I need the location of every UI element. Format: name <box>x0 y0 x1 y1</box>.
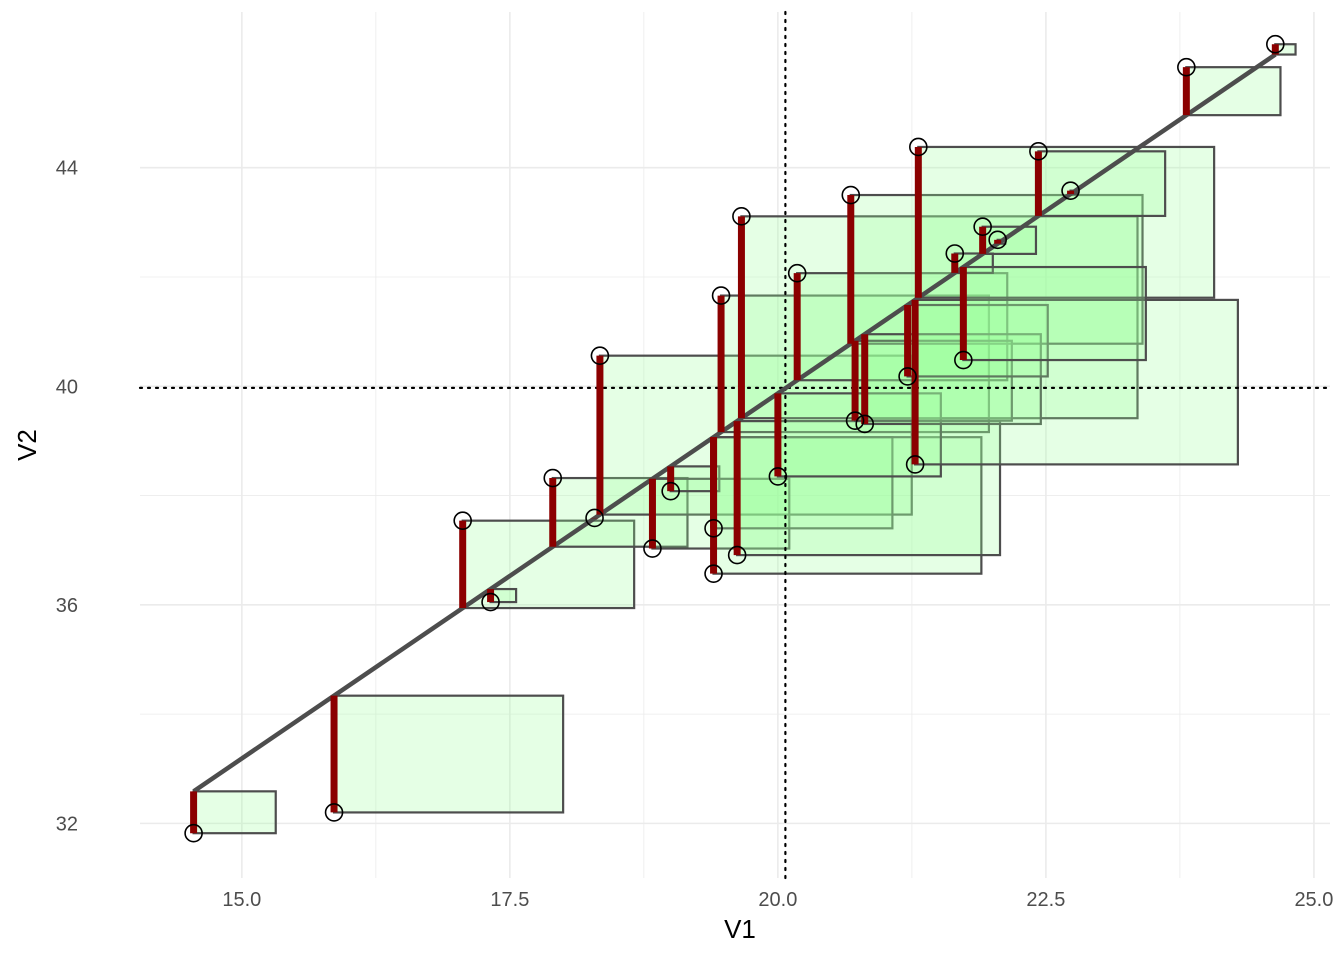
y-tick-label: 36 <box>56 595 78 617</box>
x-tick-label: 25.0 <box>1294 889 1333 911</box>
residual-square <box>1037 150 1167 218</box>
residual-squares <box>192 43 1297 835</box>
residual-square <box>962 265 1147 362</box>
x-tick-label: 20.0 <box>758 889 797 911</box>
x-tick-label: 15.0 <box>222 889 261 911</box>
residual-square <box>489 587 518 604</box>
residual-squares-chart: 15.0 17.5 20.0 22.5 25.0 32 36 40 44 V1 V2 <box>12 10 1333 944</box>
residual-square <box>192 790 277 835</box>
y-tick-label: 32 <box>56 813 78 835</box>
residual-square <box>332 694 565 814</box>
x-tick-label: 22.5 <box>1026 889 1065 911</box>
x-tick-label: 17.5 <box>490 889 529 911</box>
y-tick-label: 40 <box>56 376 78 398</box>
x-axis-title: V1 <box>724 914 756 944</box>
y-axis-tick-labels: 32 36 40 44 <box>56 158 78 836</box>
y-axis-title: V2 <box>12 429 42 461</box>
y-tick-label: 44 <box>56 158 78 180</box>
x-axis-tick-labels: 15.0 17.5 20.0 22.5 25.0 <box>222 889 1333 911</box>
